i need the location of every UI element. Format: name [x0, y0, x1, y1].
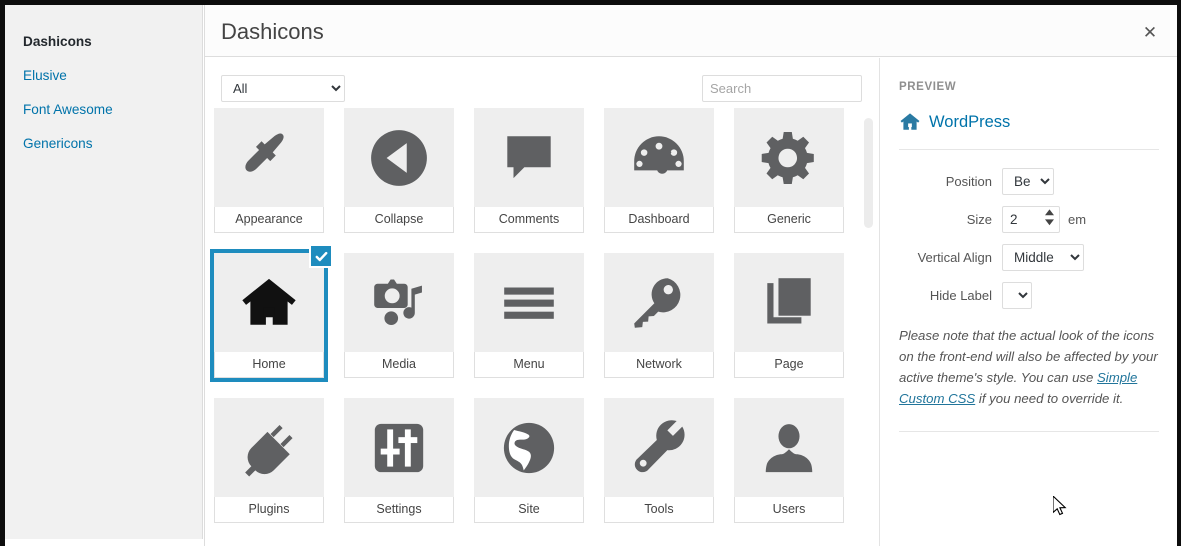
icon-tile-page[interactable]: Page: [734, 253, 844, 378]
icon-grid-scrollbar[interactable]: [863, 106, 875, 546]
position-select[interactable]: Before: [1002, 168, 1054, 195]
icon-tile-label: Page: [734, 352, 844, 378]
size-stepper[interactable]: [1002, 206, 1060, 233]
home-icon: [214, 253, 324, 352]
icon-tile-collapse[interactable]: Collapse: [344, 108, 454, 233]
icon-tile-media[interactable]: Media: [344, 253, 454, 378]
preview-bottom-divider: [899, 431, 1159, 432]
icon-tile-label: Generic: [734, 207, 844, 233]
icon-tile-home[interactable]: Home: [214, 244, 333, 378]
icon-tile-label: Users: [734, 497, 844, 523]
sidebar-item-elusive[interactable]: Elusive: [5, 59, 202, 93]
sidebar-item-font-awesome[interactable]: Font Awesome: [5, 93, 202, 127]
icon-tile-label: Media: [344, 352, 454, 378]
field-row-hide-label: Hide Label No: [899, 282, 1159, 309]
icon-tile-network[interactable]: Network: [604, 253, 714, 378]
pages-stack-icon: [734, 253, 844, 352]
preview-sample: WordPress: [899, 111, 1159, 133]
note-text-after: if you need to override it.: [975, 391, 1124, 406]
gauge-icon: [604, 108, 714, 207]
hamburger-menu-icon: [474, 253, 584, 352]
icon-tile-label: Dashboard: [604, 207, 714, 233]
icon-tile-comments[interactable]: Comments: [474, 108, 584, 233]
app-root: Dashicons Elusive Font Awesome Genericon…: [0, 0, 1181, 546]
icon-tile-label: Home: [214, 352, 324, 378]
icon-tile-users[interactable]: Users: [734, 398, 844, 523]
spinner-arrows-icon[interactable]: [1045, 209, 1054, 226]
icon-tile-label: Tools: [604, 497, 714, 523]
sidebar: Dashicons Elusive Font Awesome Genericon…: [5, 5, 203, 539]
modal-body: All Appearance: [205, 58, 1177, 546]
icon-tile-label: Collapse: [344, 207, 454, 233]
hide-label-label: Hide Label: [929, 288, 992, 303]
sliders-icon: [344, 398, 454, 497]
preview-heading: PREVIEW: [899, 81, 957, 93]
camera-music-icon: [344, 253, 454, 352]
icon-tile-label: Menu: [474, 352, 584, 378]
window-left-edge: [0, 0, 5, 546]
paintbrush-icon: [214, 108, 324, 207]
preview-divider: [899, 149, 1159, 150]
search-input[interactable]: [702, 75, 862, 102]
field-row-position: Position Before: [899, 168, 1159, 195]
sidebar-item-dashicons[interactable]: Dashicons: [5, 25, 202, 59]
home-icon: [899, 111, 921, 133]
icon-tile-label: Plugins: [214, 497, 324, 523]
user-silhouette-icon: [734, 398, 844, 497]
sidebar-item-genericons[interactable]: Genericons: [5, 127, 202, 161]
window-top-edge: [0, 0, 1181, 5]
icon-tile-label: Network: [604, 352, 714, 378]
page-title: Dashicons: [221, 19, 324, 44]
position-label: Position: [945, 174, 992, 189]
field-row-vertical-align: Vertical Align Middle: [899, 244, 1159, 271]
icon-tile-plugins[interactable]: Plugins: [214, 398, 324, 523]
size-unit-label: em: [1068, 212, 1087, 227]
icon-tile-generic[interactable]: Generic: [734, 108, 844, 233]
icon-tile-appearance[interactable]: Appearance: [214, 108, 324, 233]
icon-picker-pane: All Appearance: [205, 58, 880, 546]
gear-icon: [734, 108, 844, 207]
comment-bubble-icon: [474, 108, 584, 207]
icon-tile-dashboard[interactable]: Dashboard: [604, 108, 714, 233]
icon-tile-menu[interactable]: Menu: [474, 253, 584, 378]
icon-tile-label: Comments: [474, 207, 584, 233]
collapse-arrow-icon: [344, 108, 454, 207]
modal-header: Dashicons ✕: [205, 5, 1177, 57]
wrench-icon: [604, 398, 714, 497]
icon-grid: Appearance Collapse Comments Dashboard G…: [205, 106, 879, 543]
icon-tile-site[interactable]: Site: [474, 398, 584, 523]
power-plug-icon: [214, 398, 324, 497]
key-icon: [604, 253, 714, 352]
icon-tile-tools[interactable]: Tools: [604, 398, 714, 523]
check-icon: [309, 244, 333, 268]
category-filter-select[interactable]: All: [221, 75, 345, 102]
preview-sample-text: WordPress: [929, 112, 1011, 131]
preview-pane: PREVIEW WordPress Position Before Size 2…: [881, 58, 1177, 546]
icon-tile-label: Appearance: [214, 207, 324, 233]
scrollbar-thumb[interactable]: [864, 118, 873, 228]
icon-tile-settings[interactable]: Settings: [344, 398, 454, 523]
field-row-size: Size em: [899, 206, 1159, 233]
icon-tile-label: Settings: [344, 497, 454, 523]
size-label: Size: [966, 212, 992, 227]
window-right-edge: [1177, 0, 1181, 546]
vertical-align-select[interactable]: Middle: [1002, 244, 1084, 271]
icon-picker-modal: Dashicons ✕ All Search Appearance Collap…: [204, 5, 1177, 546]
globe-icon: [474, 398, 584, 497]
picker-toolbar: All: [205, 58, 879, 106]
preview-note: Please note that the actual look of the …: [899, 325, 1159, 409]
vertical-align-label: Vertical Align: [917, 250, 992, 265]
close-icon[interactable]: ✕: [1133, 17, 1167, 47]
hide-label-select[interactable]: No: [1002, 282, 1032, 309]
icon-grid-scroll-region: Appearance Collapse Comments Dashboard G…: [205, 106, 879, 546]
icon-tile-label: Site: [474, 497, 584, 523]
